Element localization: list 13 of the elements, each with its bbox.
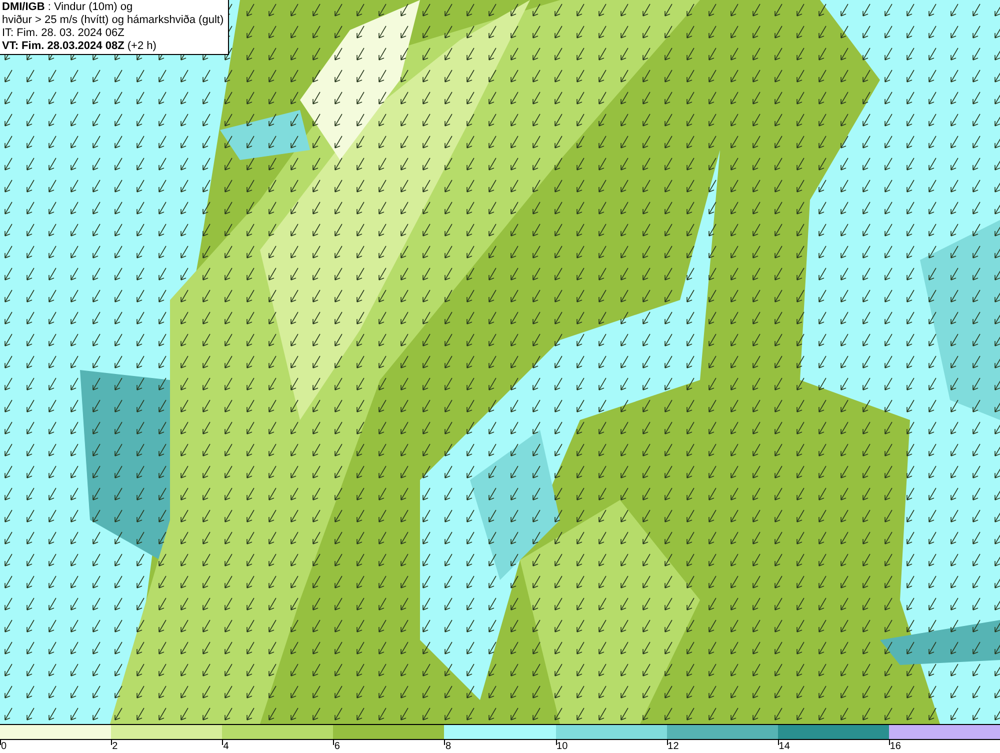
legend-label: 0 xyxy=(1,740,7,753)
legend-label: 6 xyxy=(334,740,340,753)
legend-label: 14 xyxy=(778,740,790,753)
info-text: hviður > 25 m/s (hvítt) og hámarkshviða (gult) xyxy=(2,14,224,27)
legend-label: 10 xyxy=(556,740,568,753)
legend-label: 2 xyxy=(112,740,118,753)
info-text: IT: Fim. 28. 03. 2024 06Z xyxy=(2,27,126,40)
info-text: DMI/IGB : Vindur (10m) og xyxy=(2,1,134,14)
legend-label: 12 xyxy=(668,740,679,753)
legend-label: 8 xyxy=(445,740,451,753)
legend-label: 4 xyxy=(223,740,229,753)
info-text: VT: Fim. 28.03.2024 08Z (+2 h) xyxy=(2,40,158,53)
legend-label: 16 xyxy=(890,740,901,753)
